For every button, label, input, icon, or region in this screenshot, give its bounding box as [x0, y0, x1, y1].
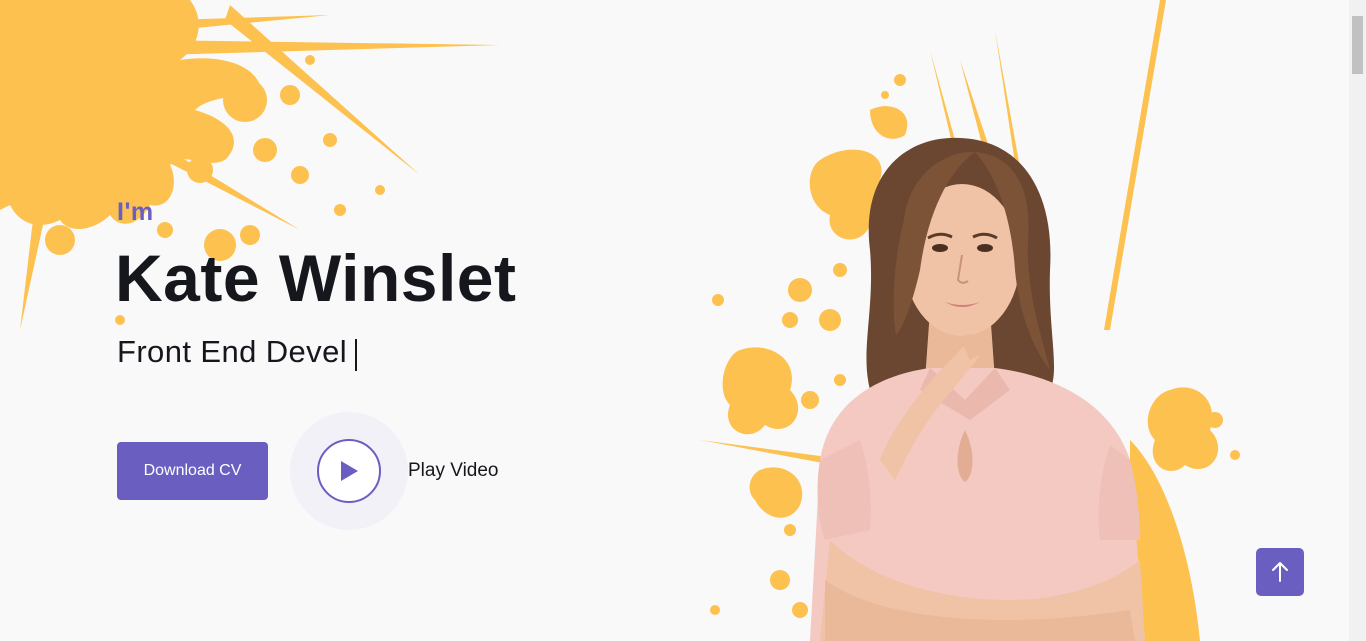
profile-photo [810, 137, 1145, 641]
play-video-ring [290, 412, 408, 530]
hero-section: I'm Kate Winslet Front End Devel Downloa… [115, 190, 677, 530]
scrollbar-thumb[interactable] [1352, 16, 1363, 74]
arrow-up-icon [1272, 562, 1288, 582]
page: I'm Kate Winslet Front End Devel Downloa… [0, 0, 1366, 641]
page-scrollbar[interactable] [1349, 0, 1366, 641]
hero-actions: Download CV Play Video [117, 412, 677, 530]
greeting-text: I'm [117, 198, 154, 226]
hero-name: Kate Winslet [115, 241, 517, 315]
scroll-to-top-button[interactable] [1256, 548, 1304, 596]
typing-cursor [355, 339, 357, 371]
play-video-button[interactable] [317, 439, 381, 503]
typed-role: Front End Devel [117, 332, 677, 372]
play-icon [341, 461, 358, 481]
play-video-label[interactable]: Play Video [408, 460, 499, 482]
download-cv-button[interactable]: Download CV [117, 442, 268, 500]
typed-role-text: Front End Devel [117, 334, 347, 369]
